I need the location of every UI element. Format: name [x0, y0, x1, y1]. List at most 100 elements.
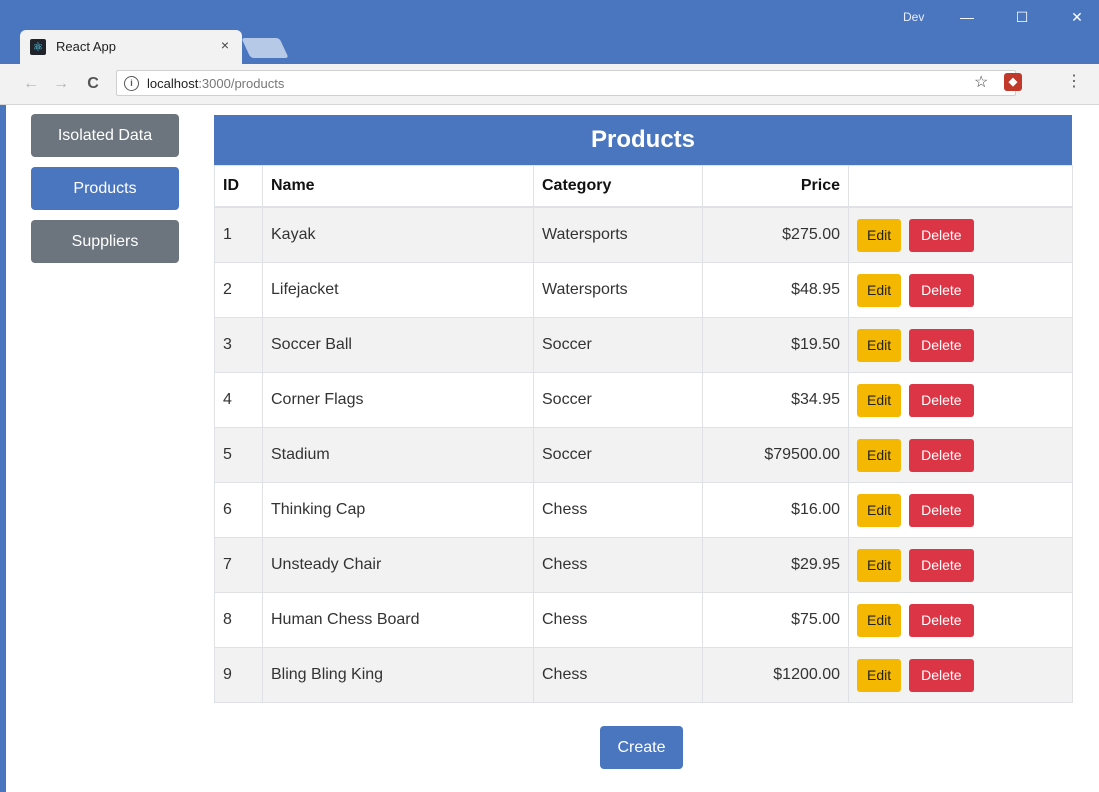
edit-button[interactable]: Edit [857, 548, 902, 582]
reload-icon[interactable]: C [84, 75, 102, 93]
delete-button[interactable]: Delete [909, 273, 974, 307]
cell-name: Corner Flags [262, 372, 534, 428]
cell-category: Chess [533, 647, 703, 703]
edit-button[interactable]: Edit [857, 438, 902, 472]
sidebar-item-suppliers[interactable]: Suppliers [31, 220, 179, 263]
sidebar-item-products[interactable]: Products [31, 167, 179, 210]
page-content: Isolated Data Products Suppliers Product… [6, 105, 1099, 792]
tab-close-icon[interactable]: × [216, 37, 234, 53]
cell-id: 3 [214, 317, 263, 373]
cell-actions: Edit Delete [848, 647, 1073, 703]
forward-arrow-icon[interactable]: → [52, 75, 70, 93]
bookmark-star-icon[interactable]: ☆ [974, 72, 988, 92]
cell-price: $75.00 [702, 592, 849, 648]
edit-button[interactable]: Edit [857, 383, 902, 417]
delete-button[interactable]: Delete [909, 383, 974, 417]
column-header-id: ID [214, 165, 263, 208]
column-header-price: Price [702, 165, 849, 208]
browser-toolbar: ← → C i localhost:3000/products [0, 64, 1099, 105]
new-tab-button[interactable] [241, 38, 289, 58]
cell-actions: Edit Delete [848, 372, 1073, 428]
cell-price: $275.00 [702, 206, 849, 263]
cell-name: Human Chess Board [262, 592, 534, 648]
table-title: Products [214, 115, 1072, 165]
cell-id: 1 [214, 206, 263, 263]
sidebar-item-isolated-data[interactable]: Isolated Data [31, 114, 179, 157]
tab-title: React App [56, 39, 116, 54]
column-header-category: Category [533, 165, 703, 208]
url-text: localhost:3000/products [147, 76, 284, 91]
address-bar[interactable]: i localhost:3000/products [116, 70, 1016, 96]
minimize-icon[interactable]: — [952, 6, 982, 28]
delete-button[interactable]: Delete [909, 218, 974, 252]
cell-price: $1200.00 [702, 647, 849, 703]
table-row: 2 Lifejacket Watersports $48.95 Edit Delete [214, 262, 1073, 318]
url-path: :3000/products [198, 76, 285, 91]
cell-id: 5 [214, 427, 263, 483]
delete-button[interactable]: Delete [909, 603, 974, 637]
delete-button[interactable]: Delete [909, 548, 974, 582]
url-host: localhost [147, 76, 199, 91]
cell-id: 8 [214, 592, 263, 648]
back-arrow-icon[interactable]: ← [22, 75, 40, 93]
edit-button[interactable]: Edit [857, 603, 902, 637]
cell-id: 2 [214, 262, 263, 318]
info-icon[interactable]: i [124, 76, 139, 91]
table-row: 9 Bling Bling King Chess $1200.00 Edit Delete [214, 647, 1073, 703]
cell-category: Chess [533, 482, 703, 538]
table-row: 7 Unsteady Chair Chess $29.95 Edit Delete [214, 537, 1073, 593]
delete-button[interactable]: Delete [909, 328, 974, 362]
cell-name: Kayak [262, 206, 534, 263]
cell-id: 9 [214, 647, 263, 703]
column-header-name: Name [262, 165, 534, 208]
cell-price: $19.50 [702, 317, 849, 373]
create-button[interactable]: Create [600, 726, 683, 769]
cell-name: Stadium [262, 427, 534, 483]
table-row: 4 Corner Flags Soccer $34.95 Edit Delete [214, 372, 1073, 428]
table-header-row: ID Name Category Price [214, 165, 1073, 208]
cell-id: 4 [214, 372, 263, 428]
products-table-panel: Products ID Name Category Price 1 Kayak Wa… [214, 115, 1073, 703]
table-row: 5 Stadium Soccer $79500.00 Edit Delete [214, 427, 1073, 483]
table-row: 3 Soccer Ball Soccer $19.50 Edit Delete [214, 317, 1073, 373]
cell-actions: Edit Delete [848, 262, 1073, 318]
extension-icon[interactable]: ◆ [1004, 73, 1022, 91]
cell-actions: Edit Delete [848, 317, 1073, 373]
table-row: 1 Kayak Watersports $275.00 Edit Delete [214, 206, 1073, 263]
browser-tab[interactable]: ⚛ React App × [20, 30, 242, 64]
browser-menu-icon[interactable]: ⋮ [1066, 71, 1082, 91]
cell-category: Soccer [533, 317, 703, 373]
cell-price: $29.95 [702, 537, 849, 593]
profile-label[interactable]: Dev [903, 10, 924, 24]
cell-category: Chess [533, 592, 703, 648]
table-row: 8 Human Chess Board Chess $75.00 Edit Delete [214, 592, 1073, 648]
cell-price: $34.95 [702, 372, 849, 428]
react-favicon-icon: ⚛ [30, 39, 46, 55]
delete-button[interactable]: Delete [909, 438, 974, 472]
edit-button[interactable]: Edit [857, 218, 902, 252]
products-table: ID Name Category Price 1 Kayak Watersports… [214, 165, 1073, 703]
edit-button[interactable]: Edit [857, 273, 902, 307]
cell-category: Soccer [533, 372, 703, 428]
cell-actions: Edit Delete [848, 427, 1073, 483]
cell-actions: Edit Delete [848, 206, 1073, 263]
browser-titlebar: ⚛ React App × Dev — ☐ ✕ [0, 0, 1099, 64]
cell-name: Soccer Ball [262, 317, 534, 373]
cell-category: Watersports [533, 206, 703, 263]
close-window-icon[interactable]: ✕ [1062, 6, 1092, 28]
cell-price: $79500.00 [702, 427, 849, 483]
delete-button[interactable]: Delete [909, 658, 974, 692]
edit-button[interactable]: Edit [857, 328, 902, 362]
cell-id: 6 [214, 482, 263, 538]
cell-category: Soccer [533, 427, 703, 483]
cell-actions: Edit Delete [848, 592, 1073, 648]
maximize-icon[interactable]: ☐ [1007, 6, 1037, 28]
delete-button[interactable]: Delete [909, 493, 974, 527]
cell-name: Bling Bling King [262, 647, 534, 703]
table-row: 6 Thinking Cap Chess $16.00 Edit Delete [214, 482, 1073, 538]
cell-actions: Edit Delete [848, 482, 1073, 538]
edit-button[interactable]: Edit [857, 658, 902, 692]
column-header-actions [848, 165, 1073, 208]
cell-name: Lifejacket [262, 262, 534, 318]
edit-button[interactable]: Edit [857, 493, 902, 527]
